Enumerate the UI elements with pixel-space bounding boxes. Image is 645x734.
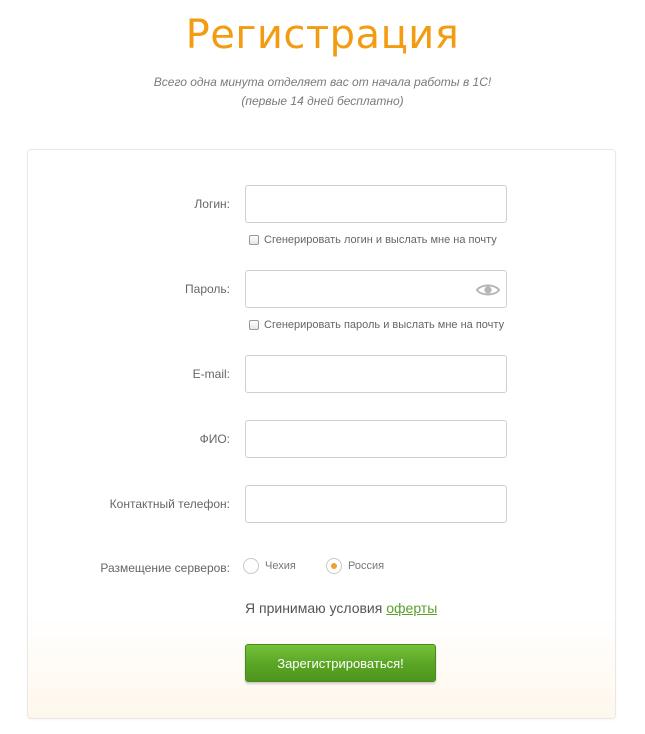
login-input[interactable] xyxy=(245,185,507,223)
email-label: E-mail: xyxy=(192,367,230,381)
radio-option-russia[interactable]: Россия xyxy=(326,558,384,574)
fio-input[interactable] xyxy=(245,420,507,458)
fio-label: ФИО: xyxy=(199,432,230,446)
radio-czech-label: Чехия xyxy=(265,560,296,572)
generate-password-checkbox-label: Сгенерировать пароль и выслать мне на по… xyxy=(264,319,505,331)
terms-acceptance: Я принимаю условия оферты xyxy=(245,600,437,616)
phone-label: Контактный телефон: xyxy=(109,497,230,511)
server-location-label: Размещение серверов: xyxy=(100,561,230,575)
email-input[interactable] xyxy=(245,355,507,393)
subtitle-line-1: Всего одна минута отделяет вас от начала… xyxy=(153,75,492,89)
generate-login-checkbox-label: Сгенерировать логин и выслать мне на поч… xyxy=(264,234,497,246)
register-button[interactable]: Зарегистрироваться! xyxy=(245,644,436,682)
generate-login-checkbox-row[interactable]: Сгенерировать логин и выслать мне на поч… xyxy=(249,234,497,246)
terms-text: Я принимаю условия xyxy=(245,600,383,616)
generate-password-checkbox-row[interactable]: Сгенерировать пароль и выслать мне на по… xyxy=(249,319,504,331)
radio-option-czech[interactable]: Чехия xyxy=(243,558,296,574)
radio-russia-label: Россия xyxy=(348,560,385,572)
offer-link[interactable]: оферты xyxy=(386,600,437,616)
subtitle-line-2: (первые 14 дней бесплатно) xyxy=(241,94,404,108)
generate-password-checkbox[interactable] xyxy=(249,320,259,330)
generate-login-checkbox[interactable] xyxy=(249,235,259,245)
phone-input[interactable] xyxy=(245,485,507,523)
password-label: Пароль: xyxy=(185,282,230,296)
password-input[interactable] xyxy=(245,270,507,308)
radio-czech[interactable] xyxy=(243,558,259,574)
page-title: Регистрация xyxy=(185,12,460,58)
eye-icon[interactable] xyxy=(475,281,501,299)
radio-russia[interactable] xyxy=(326,558,342,574)
login-label: Логин: xyxy=(194,197,230,211)
